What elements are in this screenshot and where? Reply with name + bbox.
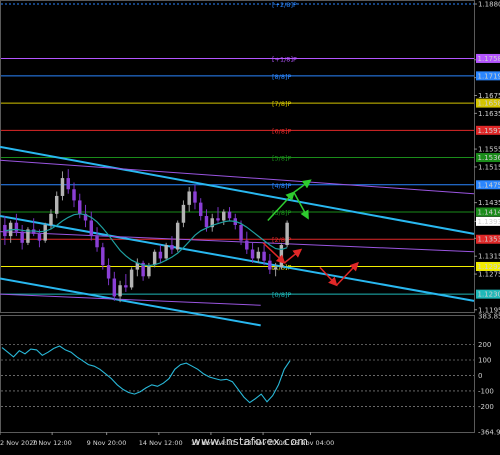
candle-body [285,222,289,246]
price-box-label: 1.1292 [478,263,500,271]
candle-body [256,251,261,259]
oscillator-line [1,345,291,404]
candle-body [152,251,157,266]
candle-body [129,269,134,288]
forecast-arrow [293,192,309,220]
candle-body [95,236,99,248]
price-box-label: 1.1475 [478,181,500,189]
candle-body [112,278,117,297]
candle-body [239,224,243,241]
candle-body [250,249,255,259]
candle-body [72,189,76,201]
murray-level-label: [8/8]P [272,73,292,81]
price-axis-tick-label: 1.1555 [478,146,500,154]
price-box-label: 1.1414 [478,209,500,217]
oscillator-panel-frame [0,315,475,433]
candle-body [279,245,284,268]
price-axis-tick-label: 1.1635 [478,110,500,118]
oscillator-axis-tick-label: 0 [478,372,482,380]
murray-level-label: [+1/8]P [272,55,297,63]
candle-body [222,211,226,221]
price-box-label: 1.1597 [478,127,500,135]
oscillator-axis-tick-label: 200 [478,341,491,349]
price-box-label: 1.1536 [478,154,500,162]
candle-body [49,213,53,225]
price-box-label: 1.1230 [478,291,500,299]
price-box-label: 1.1758 [478,55,500,63]
murray-level-label: [7/8]P [272,100,292,108]
candle-body [181,204,186,223]
candle-body [268,260,272,270]
candle-body [273,267,278,270]
candle-body [124,285,128,288]
candle-body [31,229,36,234]
price-axis-tick-label: 1.1275 [478,271,500,279]
line-purple-1 [0,159,475,195]
candle-body [175,222,180,250]
candle-body [227,211,232,219]
price-axis-tick-label: 1.1515 [478,163,500,171]
candle-body [164,245,168,259]
murray-level-label: [+2/8]P [272,1,297,9]
oscillator-axis-tick-label: -200 [478,403,494,411]
candle-body [20,231,24,243]
candle-body [89,220,94,237]
price-box-label: 1.1719 [478,72,500,80]
chart-stage: [+2/8]P [+1/8]P [8/8]P [7/8]P [6/8]P [5/8]P [4… [0,0,500,455]
candle-body [193,191,197,203]
price-axis-tick-label: 1.1315 [478,253,500,261]
candle-body [78,200,82,214]
murray-level-label: [5/8]P [272,155,292,163]
candle-body [60,178,65,196]
candle-body [204,216,209,228]
channel-lower [0,215,475,302]
candle-body [101,247,105,266]
oscillator-axis-tick-label: -100 [478,387,494,395]
candle-body [118,285,122,297]
forecast-arrow [293,179,312,193]
oscillator-axis-tick-label: 383.8502 [478,313,500,321]
main-panel-frame [0,0,475,313]
candle-body [37,233,42,241]
candle-body [216,218,220,221]
candle-body [43,224,47,241]
price-axis-tick-label: 1.1435 [478,199,500,207]
murray-level-label: [6/8]P [272,127,292,135]
line-purple-3 [0,293,261,306]
candle-body [198,202,203,217]
murray-level-label: [4/8]P [272,182,292,190]
price-chart: [+2/8]P [+1/8]P [8/8]P [7/8]P [6/8]P [5/8]P [4… [0,0,500,447]
price-box-label: 1.1393 [478,218,500,226]
candle-body [187,191,191,205]
oscillator-axis-tick-label: 100 [478,356,491,364]
price-axis-tick-label: 1.1880 [478,1,500,9]
candle-body [54,195,59,214]
price-box-label: 1.1658 [478,100,500,108]
candle-body [106,265,111,279]
candle-body [245,240,249,250]
candle-body [147,265,151,277]
candle-body [170,245,174,250]
candle-body [262,251,266,261]
forecast-arrow [283,248,303,264]
watermark-text: www.instaforex.com [191,435,309,448]
murray-level-label: [0/8]P [272,291,292,299]
line-purple-2 [0,231,475,253]
price-box-label: 1.1353 [478,236,500,244]
candle-body [66,178,70,190]
candle-body [14,222,19,232]
candle-body [158,251,163,259]
